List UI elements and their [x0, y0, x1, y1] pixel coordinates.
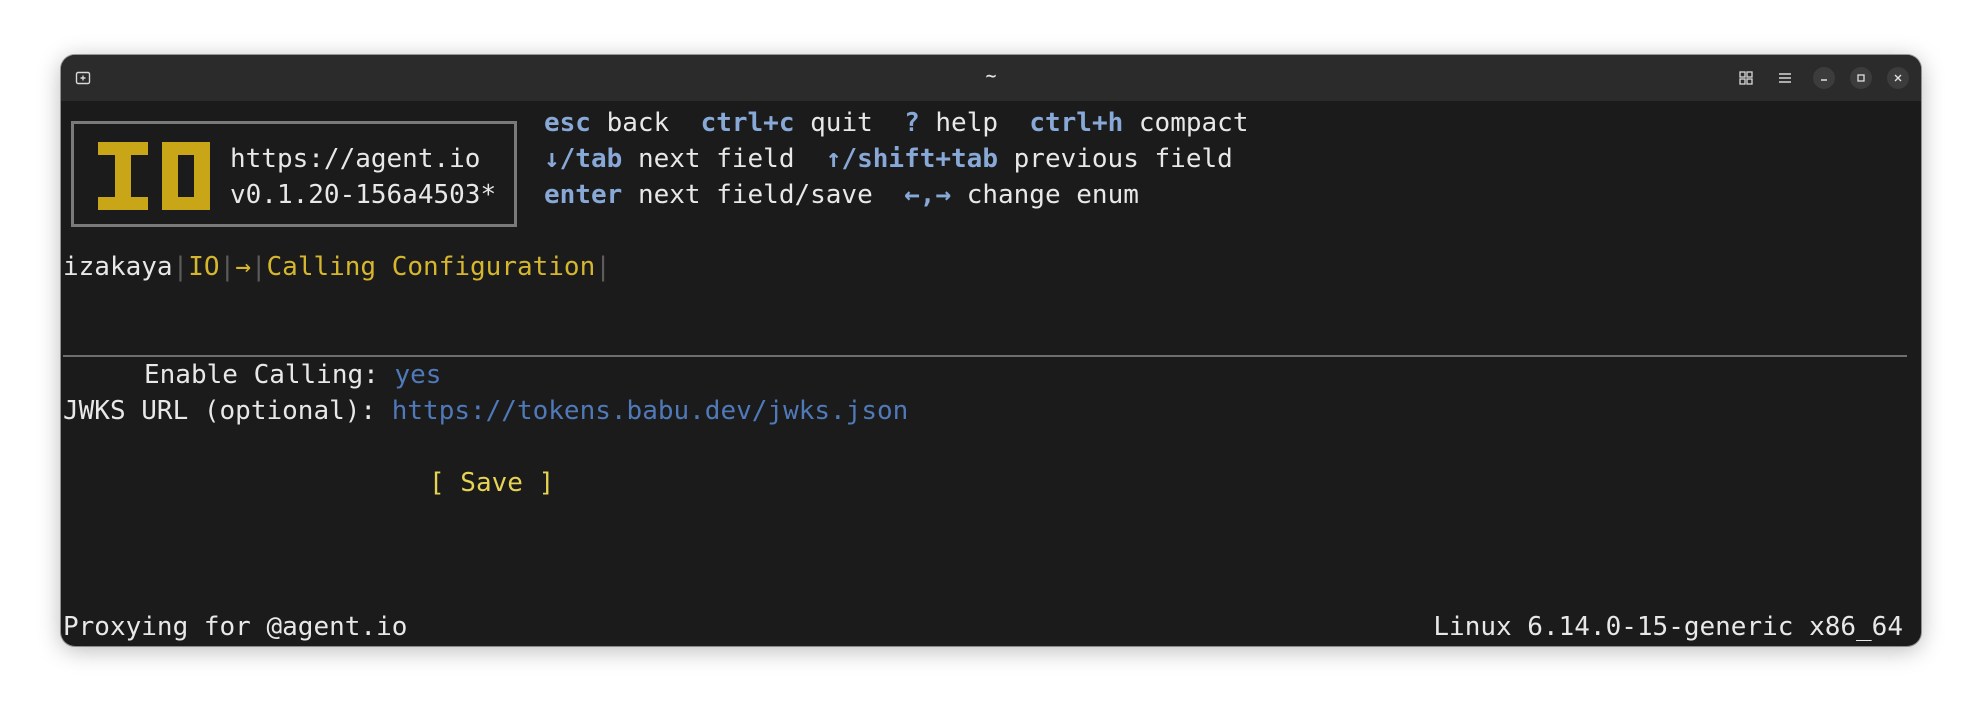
help-label: previous field — [1013, 144, 1233, 174]
help-key: ? — [904, 108, 920, 138]
help-label: help — [935, 108, 999, 138]
help-key: ctrl+c — [700, 108, 795, 138]
io-logo-o — [162, 142, 210, 210]
help-row-3: enter next field/save ←,→ change enum — [544, 177, 1139, 213]
help-key: enter — [544, 180, 623, 210]
help-key: ↑/shift+tab — [825, 144, 998, 174]
breadcrumb-app[interactable]: izakaya — [63, 252, 173, 282]
terminal-content[interactable]: https://agent.io v0.1.20-156a4503* esc b… — [61, 101, 1921, 646]
status-right: Linux 6.14.0-15-generic x86_64 — [1433, 612, 1903, 642]
minimize-button[interactable] — [1813, 67, 1835, 89]
breadcrumb-separator: | — [219, 252, 236, 282]
help-label: compact — [1138, 108, 1249, 138]
terminal-window: ~ https://agent.io v0.1.20-156a4503* esc… — [61, 55, 1921, 646]
window-title: ~ — [984, 67, 998, 85]
close-button[interactable] — [1887, 67, 1909, 89]
help-row-2: ↓/tab next field ↑/shift+tab previous fi… — [544, 141, 1233, 177]
title-bar: ~ — [61, 55, 1921, 101]
save-button[interactable]: [ Save ] — [429, 465, 554, 501]
breadcrumb-separator: | — [595, 252, 611, 282]
jwks-url-row: JWKS URL (optional): https://tokens.babu… — [63, 393, 908, 429]
grid-view-icon[interactable] — [1737, 69, 1755, 87]
help-row-1: esc back ctrl+c quit ? help ctrl+h compa… — [544, 105, 1248, 141]
logo-info: https://agent.io v0.1.20-156a4503* — [230, 141, 496, 213]
menu-icon[interactable] — [1776, 69, 1794, 87]
help-label: back — [606, 108, 670, 138]
minimize-icon — [1821, 79, 1827, 81]
status-left: Proxying for @agent.io — [63, 612, 408, 642]
help-label: quit — [810, 108, 873, 138]
help-key: ←,→ — [904, 180, 952, 210]
jwks-url-label: JWKS URL (optional): — [63, 396, 377, 426]
help-key: ↓/tab — [544, 144, 623, 174]
breadcrumb-separator: | — [250, 252, 267, 282]
io-logo-i — [98, 142, 148, 210]
breadcrumb: izakaya|IO|→|Calling Configuration| — [63, 249, 611, 285]
maximize-icon — [1857, 74, 1865, 82]
enable-calling-select[interactable]: yes — [394, 360, 441, 390]
breadcrumb-page: Calling Configuration — [266, 252, 596, 282]
help-key: esc — [544, 108, 591, 138]
close-icon — [1894, 74, 1902, 82]
help-key: ctrl+h — [1029, 108, 1124, 138]
jwks-url-input[interactable]: https://tokens.babu.dev/jwks.json — [392, 396, 909, 426]
logo-version: v0.1.20-156a4503* — [230, 180, 497, 210]
logo-url: https://agent.io — [230, 144, 481, 174]
help-label: next field — [637, 144, 795, 174]
enable-calling-label: Enable Calling: — [144, 360, 379, 390]
enable-calling-row: Enable Calling: yes — [144, 357, 441, 393]
breadcrumb-arrow: → — [235, 252, 251, 282]
help-label: change enum — [966, 180, 1139, 210]
breadcrumb-org[interactable]: IO — [188, 252, 219, 282]
logo-panel: https://agent.io v0.1.20-156a4503* — [71, 121, 517, 227]
breadcrumb-separator: | — [172, 252, 189, 282]
help-label: next field/save — [637, 180, 873, 210]
maximize-button[interactable] — [1850, 67, 1872, 89]
